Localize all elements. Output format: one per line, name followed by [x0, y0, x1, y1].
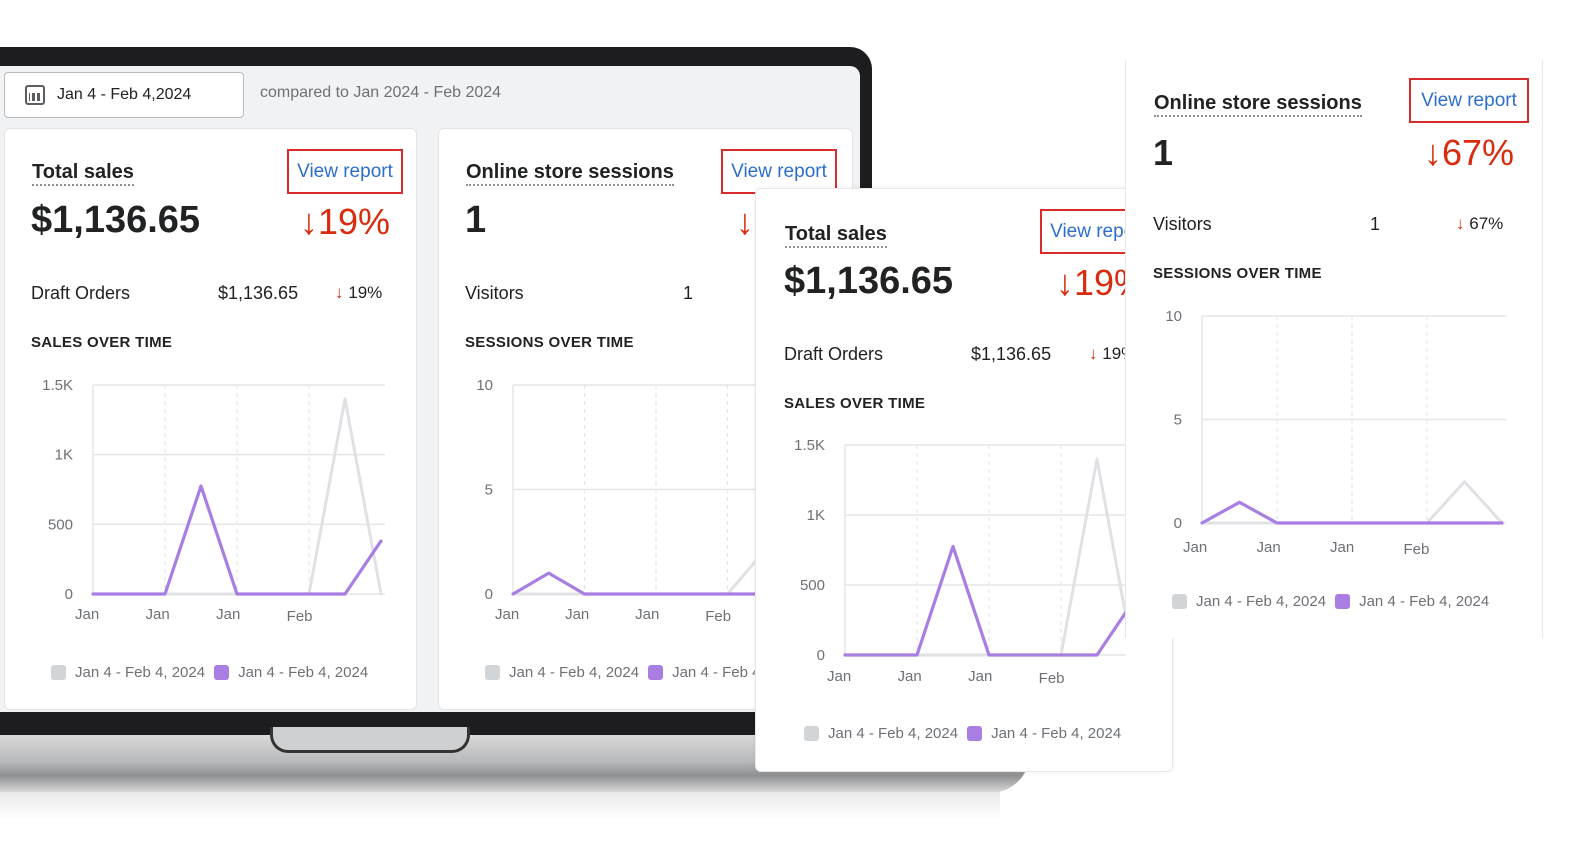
row-label: Visitors	[1153, 214, 1212, 234]
card-title[interactable]: Online store sessions	[1154, 92, 1362, 117]
down-arrow-icon: ↓	[736, 201, 754, 242]
row-change: ↓ 19%	[1089, 344, 1126, 363]
legend-swatch-current	[214, 665, 230, 680]
row-label: Draft Orders	[784, 344, 884, 364]
total-sales-value: $1,136.65	[784, 260, 954, 302]
sales-chart: 0 500 1K 1.5K Jan Jan Jan Feb	[794, 437, 1126, 687]
sessions-chart: 0 5 10 Jan Jan Jan Feb	[1165, 308, 1506, 558]
change-percent: ↓19%	[1056, 262, 1126, 303]
x-tick-label: Feb	[705, 608, 731, 625]
row-label: Visitors	[465, 283, 524, 303]
y-tick-label: 500	[800, 577, 825, 594]
x-tick-label: Jan	[1330, 539, 1354, 556]
series-line-previous	[843, 457, 1126, 657]
row-value: $1,136.65	[971, 344, 1052, 364]
comparison-label: compared to Jan 2024 - Feb 2024	[260, 84, 502, 101]
date-range-picker[interactable]: Jan 4 - Feb 4,2024	[4, 72, 244, 118]
x-tick-label: Jan	[968, 668, 992, 685]
y-tick-label: 1K	[807, 507, 825, 524]
date-range-label: Jan 4 - Feb 4,2024	[57, 86, 192, 103]
legend-swatch-previous	[485, 665, 500, 680]
series-line-current	[843, 544, 1126, 657]
laptop-hinge	[270, 727, 470, 753]
view-report-button[interactable]: View report	[287, 149, 403, 194]
y-tick-label: 1.5K	[42, 377, 73, 394]
laptop-shadow	[0, 792, 1000, 820]
row-value: 1	[683, 283, 694, 303]
y-tick-label: 0	[1174, 515, 1182, 532]
legend-swatch-current	[967, 726, 983, 741]
y-tick-label: 5	[485, 482, 493, 499]
total-sales-card-zoomed: Total sales View report ↓19% ↓ 19% 05001…	[755, 188, 1173, 772]
y-tick-label: 1K	[55, 447, 73, 464]
x-tick-label: Jan	[635, 606, 659, 623]
y-tick-label: 1.5K	[794, 437, 825, 454]
row-label: Draft Orders	[31, 283, 131, 303]
x-tick-label: Jan	[75, 606, 99, 623]
card-title[interactable]: Online store sessions	[466, 161, 674, 186]
section-heading: SALES OVER TIME	[31, 334, 173, 351]
online-sessions-card-zoomed: Online store sessions View report 1 ↓67%…	[1125, 60, 1543, 638]
x-tick-label: Jan	[216, 606, 240, 623]
view-report-button[interactable]: View report	[1409, 78, 1529, 123]
y-tick-label: 10	[476, 377, 493, 394]
chart-legend: Jan 4 - Feb 4, 2024 Jan 4 - Feb 4, 2024	[51, 664, 368, 681]
view-report-button[interactable]: View report	[1040, 209, 1126, 254]
y-tick-label: 0	[65, 586, 73, 603]
row-value: $1,136.65	[218, 283, 299, 303]
y-tick-label: 0	[485, 586, 493, 603]
card-title[interactable]: Total sales	[32, 161, 134, 186]
down-arrow-icon: ↓	[1423, 132, 1442, 173]
y-tick-label: 0	[817, 647, 825, 664]
change-percent: ↓19%	[299, 201, 390, 242]
y-tick-label: 500	[48, 516, 73, 533]
y-tick-label: 10	[1165, 308, 1182, 325]
down-arrow-icon: ↓	[299, 201, 318, 242]
legend-swatch-current	[648, 665, 664, 680]
x-tick-label: Jan	[146, 606, 170, 623]
sales-chart: 0 500 1K 1.5K Jan Jan Jan Feb	[42, 377, 385, 625]
legend-swatch-current	[1335, 594, 1351, 609]
down-arrow-icon: ↓	[1089, 344, 1098, 363]
x-tick-label: Feb	[1039, 670, 1065, 687]
change-percent: ↓67%	[1423, 132, 1514, 173]
down-arrow-icon: ↓	[1456, 214, 1465, 233]
sessions-value: 1	[465, 199, 487, 241]
y-tick-label: 5	[1174, 412, 1182, 429]
legend-swatch-previous	[1172, 594, 1187, 609]
x-tick-label: Jan	[827, 668, 851, 685]
x-tick-label: Jan	[898, 668, 922, 685]
chart-legend: Jan 4 - Feb 4, 2024 Jan 4 - Feb 4, 2024	[1172, 593, 1489, 610]
x-tick-label: Jan	[495, 606, 519, 623]
total-sales-value: $1,136.65	[31, 199, 201, 241]
row-value: 1	[1370, 214, 1381, 234]
section-heading: SALES OVER TIME	[784, 395, 926, 412]
x-tick-label: Feb	[287, 608, 313, 625]
x-tick-label: Jan	[1257, 539, 1281, 556]
row-change: ↓ 19%	[335, 283, 383, 302]
x-tick-label: Feb	[1404, 541, 1430, 558]
x-tick-label: Jan	[565, 606, 589, 623]
down-arrow-icon: ↓	[335, 283, 344, 302]
section-heading: SESSIONS OVER TIME	[1153, 265, 1322, 282]
total-sales-card: Total sales View report $1,136.65 ↓19% D…	[4, 128, 417, 710]
legend-swatch-previous	[51, 665, 66, 680]
legend-swatch-previous	[804, 726, 819, 741]
section-heading: SESSIONS OVER TIME	[465, 334, 634, 351]
calendar-icon	[25, 85, 45, 105]
sessions-value: 1	[1153, 132, 1174, 173]
chart-legend: Jan 4 - Feb 4, 2024 Jan 4 - Feb 4, 2024	[804, 725, 1121, 742]
down-arrow-icon: ↓	[1056, 262, 1074, 303]
row-change: ↓ 67%	[1456, 214, 1504, 233]
x-tick-label: Jan	[1183, 539, 1207, 556]
